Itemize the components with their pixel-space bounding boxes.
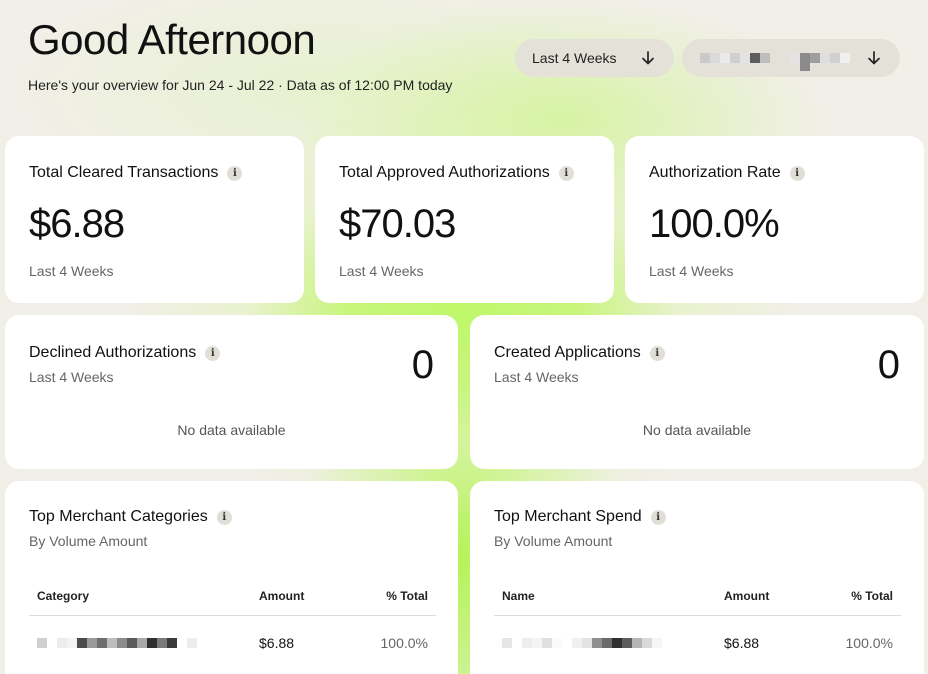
info-icon[interactable]: i (205, 345, 221, 361)
metric-period: Last 4 Weeks (339, 263, 424, 279)
metric-period: Last 4 Weeks (29, 263, 114, 279)
applications-count: 0 (877, 343, 900, 387)
column-header-amount[interactable]: Amount (259, 577, 349, 616)
account-dropdown[interactable] (682, 39, 900, 77)
top-merchant-spend-card: Top Merchant Spend i By Volume Amount Na… (470, 481, 924, 674)
metric-value: $6.88 (29, 202, 125, 246)
date-range-label: Last 4 Weeks (532, 50, 617, 66)
spend-table: Name Amount % Total $6.88 100.0% (494, 577, 901, 670)
card-title: Declined Authorizations (29, 344, 197, 361)
top-merchant-categories-card: Top Merchant Categories i By Volume Amou… (5, 481, 458, 674)
column-header-name[interactable]: Name (494, 577, 724, 616)
metric-period: Last 4 Weeks (649, 263, 734, 279)
card-subtitle: By Volume Amount (494, 533, 613, 549)
card-period: Last 4 Weeks (494, 369, 579, 385)
info-icon[interactable]: i (216, 509, 232, 525)
page-title: Good Afternoon (28, 16, 316, 63)
table-header-row: Category Amount % Total (29, 577, 436, 616)
info-icon[interactable]: i (558, 165, 574, 181)
metric-card-cleared-transactions: Total Cleared Transactions i $6.88 Last … (5, 136, 304, 303)
overview-subtitle: Here's your overview for Jun 24 - Jul 22… (28, 77, 453, 93)
arrow-down-icon (642, 51, 654, 65)
metric-value: 100.0% (649, 202, 780, 246)
arrow-down-icon (868, 51, 880, 65)
redacted-category-name (29, 615, 259, 670)
info-icon[interactable]: i (650, 509, 666, 525)
metric-title: Total Cleared Transactions (29, 164, 219, 181)
column-header-amount[interactable]: Amount (724, 577, 814, 616)
no-data-message: No data available (642, 422, 752, 438)
declined-authorizations-card: Declined Authorizations i Last 4 Weeks 0… (5, 315, 458, 469)
info-icon[interactable]: i (227, 165, 243, 181)
info-icon[interactable]: i (649, 345, 665, 361)
categories-table: Category Amount % Total $6.88 100.0% (29, 577, 436, 670)
redacted-merchant-name (494, 615, 724, 670)
column-header-category[interactable]: Category (29, 577, 259, 616)
no-data-message: No data available (177, 422, 286, 438)
column-header-pct-total[interactable]: % Total (814, 577, 901, 616)
metric-title: Total Approved Authorizations (339, 164, 550, 181)
metric-value: $70.03 (339, 202, 456, 246)
declined-count: 0 (411, 343, 434, 387)
table-row[interactable]: $6.88 100.0% (494, 615, 901, 670)
redacted-account-name (700, 45, 850, 71)
date-range-dropdown[interactable]: Last 4 Weeks (515, 39, 674, 77)
card-title: Created Applications (494, 344, 641, 361)
row-amount: $6.88 (259, 634, 295, 651)
metric-card-authorization-rate: Authorization Rate i 100.0% Last 4 Weeks (625, 136, 924, 303)
column-header-pct-total[interactable]: % Total (349, 577, 436, 616)
row-amount: $6.88 (724, 634, 760, 651)
card-title: Top Merchant Categories (29, 508, 208, 525)
metric-card-approved-authorizations: Total Approved Authorizations i $70.03 L… (315, 136, 614, 303)
card-subtitle: By Volume Amount (29, 533, 148, 549)
row-pct-total: 100.0% (845, 634, 893, 651)
info-icon[interactable]: i (789, 165, 805, 181)
metric-title: Authorization Rate (649, 164, 781, 181)
card-period: Last 4 Weeks (29, 369, 114, 385)
created-applications-card: Created Applications i Last 4 Weeks 0 No… (470, 315, 924, 469)
row-pct-total: 100.0% (380, 634, 428, 651)
card-title: Top Merchant Spend (494, 508, 642, 525)
table-row[interactable]: $6.88 100.0% (29, 615, 436, 670)
table-header-row: Name Amount % Total (494, 577, 901, 616)
